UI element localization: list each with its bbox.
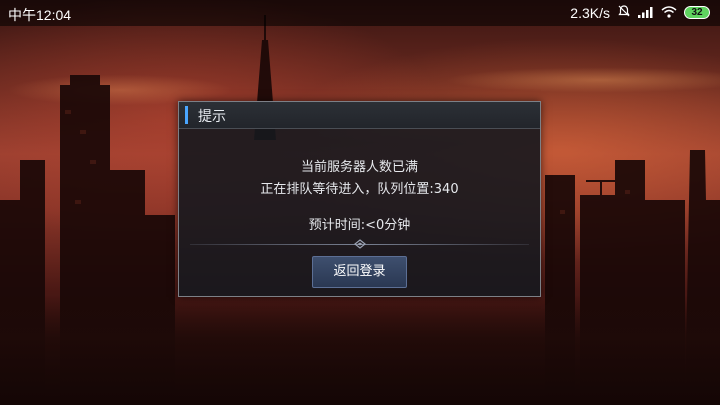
net-speed: 2.3K/s bbox=[570, 4, 610, 21]
chevron-down-icon bbox=[353, 239, 367, 252]
dialog-header: 提示 bbox=[179, 102, 540, 129]
wifi-icon bbox=[661, 5, 677, 21]
dialog-title: 提示 bbox=[198, 109, 226, 125]
foreground-rubble bbox=[0, 295, 720, 405]
battery-icon: 32 bbox=[684, 6, 710, 19]
notice-dialog: 提示 当前服务器人数已满 正在排队等待进入，队列位置:340 预计时间:<0分钟… bbox=[178, 101, 541, 297]
status-bar: 中午12:04 2.3K/s 32 bbox=[0, 0, 720, 26]
estimated-time-message: 预计时间:<0分钟 bbox=[308, 218, 411, 233]
queue-position-message: 正在排队等待进入，队列位置:340 bbox=[260, 182, 459, 197]
header-accent-bar bbox=[185, 106, 188, 124]
signal-icon bbox=[638, 5, 654, 21]
bell-off-icon bbox=[617, 4, 631, 21]
back-to-login-button[interactable]: 返回登录 bbox=[312, 256, 407, 288]
status-time: 中午12:04 bbox=[8, 7, 72, 23]
status-icons: 2.3K/s 32 bbox=[570, 4, 710, 21]
server-full-message: 当前服务器人数已满 bbox=[300, 160, 418, 175]
